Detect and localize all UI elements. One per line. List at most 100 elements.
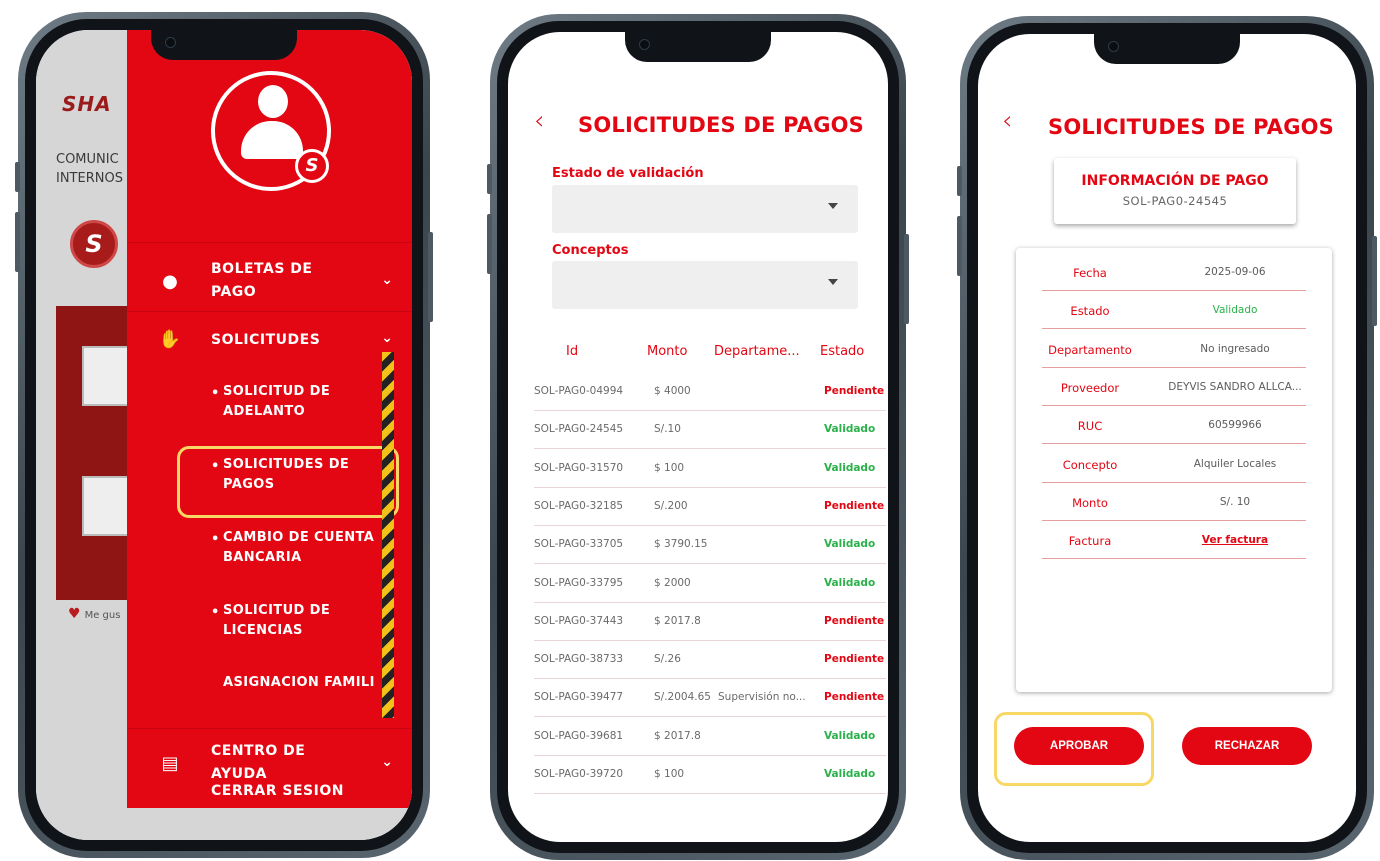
side-drawer: S ● BOLETAS DE PAGO ⌄ ✋ SOLICITUDES ⌄ • S…: [127, 30, 412, 808]
cell-id: SOL-PAG0-38733: [534, 653, 624, 666]
company-logo-icon: S: [70, 220, 118, 268]
detail-key: Factura: [1068, 534, 1112, 549]
cell-id: SOL-PAG0-39681: [534, 729, 624, 742]
cell-estado: Pendiente: [824, 653, 885, 666]
cell-monto: $ 3790.15: [654, 538, 708, 551]
brand-badge-icon: S: [295, 149, 329, 183]
cell-monto: $ 2017.8: [654, 614, 701, 627]
column-header-departamento[interactable]: Departame...: [714, 344, 800, 359]
cell-departamento: Supervisión no...: [718, 691, 806, 704]
table-row[interactable]: SOL-PAG0-24545 S/.10 Validado: [534, 411, 886, 450]
detail-value: 2025-09-06: [1204, 266, 1266, 278]
cell-estado: Pendiente: [824, 614, 885, 627]
submenu-item-cambio-cuenta[interactable]: • CAMBIO DE CUENTA BANCARIA: [211, 528, 383, 568]
logout-button[interactable]: CERRAR SESION: [127, 780, 412, 804]
screen: ‹ SOLICITUDES DE PAGOS INFORMACIÓN DE PA…: [978, 34, 1356, 842]
submenu-item-licencias[interactable]: • SOLICITUD DE LICENCIAS: [211, 601, 363, 641]
cell-id: SOL-PAG0-24545: [534, 423, 624, 436]
estado-filter-select[interactable]: [552, 185, 858, 233]
chevron-down-icon: ⌄: [381, 272, 393, 288]
cell-monto: S/.26: [654, 653, 681, 666]
menu-item-boletas[interactable]: ● BOLETAS DE PAGO ⌄: [127, 256, 412, 306]
screen: ‹ SOLICITUDES DE PAGOS Estado de validac…: [508, 32, 888, 842]
menu-item-solicitudes[interactable]: ✋ SOLICITUDES ⌄: [127, 326, 412, 356]
chevron-down-icon: ⌄: [381, 330, 393, 346]
detail-value: S/. 10: [1219, 495, 1251, 508]
payment-details-panel: Fecha 2025-09-06 Estado Validado Departament…: [1016, 248, 1332, 692]
detail-value: No ingresado: [1200, 342, 1270, 355]
cell-estado: Pendiente: [824, 385, 885, 397]
table-row[interactable]: SOL-PAG0-38733 S/.26 Pendiente: [534, 641, 886, 680]
user-avatar-icon[interactable]: S: [211, 71, 331, 191]
cell-monto: $ 100: [654, 461, 685, 474]
reject-button[interactable]: RECHAZAR: [1182, 727, 1312, 765]
detail-value: DEYVIS SANDRO ALLCA...: [1168, 380, 1302, 393]
heart-icon: ♥: [68, 606, 81, 622]
phone-frame-list: ‹ SOLICITUDES DE PAGOS Estado de validac…: [487, 14, 909, 860]
approve-button[interactable]: APROBAR: [1014, 727, 1144, 765]
camera-icon: [165, 37, 176, 48]
table-row[interactable]: SOL-PAG0-37443 $ 2017.8 Pendiente: [534, 603, 886, 641]
caret-down-icon: [828, 279, 838, 285]
view-invoice-link[interactable]: Ver factura: [1160, 534, 1310, 546]
divider: [127, 311, 412, 312]
table-row[interactable]: SOL-PAG0-39477 S/.2004.65 Supervisión no..…: [534, 679, 886, 718]
detail-row: RUC 60599966: [1042, 406, 1306, 445]
cell-id: SOL-PAG0-04994: [534, 385, 624, 397]
column-header-monto[interactable]: Monto: [647, 344, 687, 359]
card-title: INFORMACIÓN DE PAGO: [1081, 173, 1269, 189]
detail-row: Monto S/. 10: [1042, 483, 1306, 521]
submenu-item-asignacion[interactable]: •ASIGNACION FAMILI: [223, 673, 393, 693]
detail-value: 60599966: [1208, 419, 1262, 432]
cell-monto: $ 100: [654, 768, 685, 780]
cell-id: SOL-PAG0-37443: [534, 614, 624, 627]
news-card: [56, 306, 142, 600]
camera-icon: [1108, 41, 1119, 52]
table-row[interactable]: SOL-PAG0-39720 $ 100 Validado: [534, 756, 886, 794]
table-row[interactable]: SOL-PAG0-33795 $ 2000 Validado: [534, 565, 886, 603]
detail-row: Departamento No ingresado: [1042, 330, 1306, 368]
table-row[interactable]: SOL-PAG0-04994 $ 4000 Pendiente: [534, 373, 886, 411]
submenu-label: CAMBIO DE CUENTA BANCARIA: [223, 530, 375, 565]
cell-monto: $ 2000: [654, 576, 691, 589]
table-row[interactable]: SOL-PAG0-33705 $ 3790.15 Validado: [534, 526, 886, 565]
cell-estado: Validado: [824, 729, 876, 742]
cell-estado: Validado: [824, 768, 876, 780]
cell-monto: $ 2017.8: [654, 729, 701, 742]
submenu-label: SOLICITUD DE LICENCIAS: [223, 603, 331, 638]
table-row[interactable]: SOL-PAG0-31570 $ 100 Validado: [534, 450, 886, 488]
table-row[interactable]: SOL-PAG0-39681 $ 2017.8 Validado: [534, 718, 886, 756]
detail-value: Alquiler Locales: [1193, 457, 1277, 470]
detail-row: Proveedor DEYVIS SANDRO ALLCA...: [1042, 368, 1306, 406]
conceptos-filter-label: Conceptos: [552, 243, 629, 258]
detail-key: RUC: [1077, 419, 1103, 434]
detail-key: Proveedor: [1060, 380, 1120, 395]
cell-id: SOL-PAG0-33705: [534, 538, 624, 551]
detail-value: Validado: [1212, 304, 1258, 317]
detail-key: Monto: [1072, 495, 1108, 510]
submenu-label: SOLICITUD DE ADELANTO: [223, 384, 331, 419]
phone-frame-menu: SHA COMUNIC INTERNOS S ♥ Me gus S ● BOLE…: [15, 12, 433, 858]
column-header-estado[interactable]: Estado: [820, 344, 864, 359]
cell-estado: Validado: [824, 461, 876, 474]
like-button[interactable]: ♥ Me gus: [68, 606, 120, 622]
detail-key: Estado: [1070, 304, 1110, 319]
logout-label: CERRAR SESION: [211, 783, 344, 799]
submenu-label: ASIGNACION FAMILI: [223, 675, 375, 690]
table-row[interactable]: SOL-PAG0-32185 S/.200 Pendiente: [534, 488, 886, 526]
camera-icon: [639, 39, 650, 50]
menu-item-label: BOLETAS DE PAGO: [211, 261, 313, 300]
scrollbar[interactable]: [382, 352, 394, 718]
column-header-id[interactable]: Id: [566, 344, 578, 359]
cell-estado: Validado: [824, 538, 876, 551]
cell-monto: $ 4000: [654, 385, 691, 397]
page-title: SOLICITUDES DE PAGOS: [1048, 115, 1335, 139]
back-arrow-icon[interactable]: ‹: [1002, 106, 1012, 136]
submenu-item-adelanto[interactable]: • SOLICITUD DE ADELANTO: [211, 382, 363, 422]
cell-id: SOL-PAG0-33795: [534, 576, 624, 589]
conceptos-filter-select[interactable]: [552, 261, 858, 309]
payment-info-card: INFORMACIÓN DE PAGO SOL-PAG0-24545: [1054, 158, 1296, 224]
cell-id: SOL-PAG0-39720: [534, 768, 624, 780]
back-arrow-icon[interactable]: ‹: [534, 106, 544, 136]
phone-frame-detail: ‹ SOLICITUDES DE PAGOS INFORMACIÓN DE PA…: [957, 16, 1377, 860]
